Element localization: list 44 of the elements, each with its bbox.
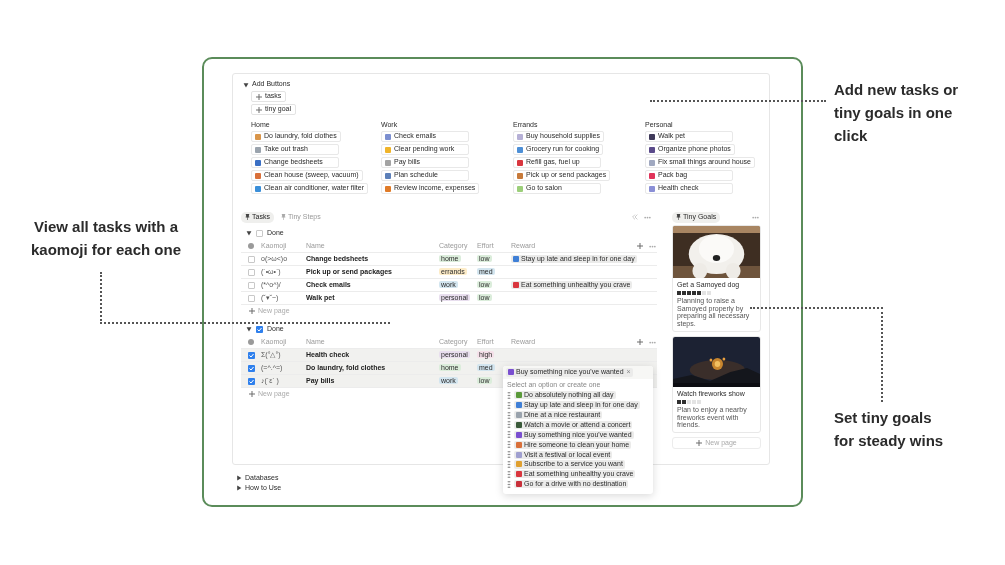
checkbox[interactable] — [247, 255, 255, 263]
toggle-icon[interactable] — [246, 230, 252, 236]
checkbox[interactable] — [247, 281, 255, 289]
more-icon[interactable] — [649, 244, 656, 248]
toggle-icon[interactable] — [236, 485, 242, 492]
pin-icon — [676, 214, 681, 220]
more-icon[interactable] — [644, 215, 651, 219]
checkbox-column-icon — [248, 339, 254, 345]
plus-icon — [256, 93, 262, 100]
checkbox[interactable] — [247, 351, 255, 359]
drag-handle-icon[interactable] — [507, 480, 511, 488]
callout-text: View all tasks with a kaomoji for each one — [29, 217, 182, 260]
plus-icon — [696, 439, 703, 446]
checkbox[interactable] — [256, 229, 263, 237]
drag-handle-icon[interactable] — [507, 470, 511, 478]
drag-handle-icon[interactable] — [507, 411, 511, 419]
checkbox[interactable] — [256, 325, 263, 333]
plus-icon — [249, 308, 255, 314]
drag-handle-icon[interactable] — [507, 460, 511, 468]
checkbox-column-icon — [248, 243, 254, 249]
checkbox[interactable] — [247, 377, 255, 385]
plus-icon — [256, 106, 262, 113]
toggle-icon[interactable] — [243, 81, 249, 88]
checkbox[interactable] — [247, 294, 255, 302]
drag-handle-icon[interactable] — [507, 421, 511, 429]
checkbox[interactable] — [247, 364, 255, 372]
collapse-icon[interactable] — [632, 214, 638, 220]
callout-text: Add new tasks or tiny goals in one click — [834, 80, 960, 146]
plus-icon — [249, 391, 255, 397]
drag-handle-icon[interactable] — [507, 431, 511, 439]
drag-handle-icon[interactable] — [507, 401, 511, 409]
pin-icon — [245, 214, 250, 220]
toggle-icon[interactable] — [246, 326, 252, 332]
plus-icon — [637, 243, 643, 249]
toggle-icon[interactable] — [236, 475, 242, 481]
callout-text: Set tiny goals for steady wins — [834, 408, 945, 451]
checkbox[interactable] — [247, 268, 255, 276]
plus-icon — [637, 339, 643, 345]
drag-handle-icon[interactable] — [507, 391, 511, 399]
drag-handle-icon[interactable] — [507, 441, 511, 449]
more-icon[interactable] — [752, 215, 759, 219]
more-icon[interactable] — [649, 340, 656, 344]
drag-handle-icon[interactable] — [507, 451, 511, 459]
pin-icon — [280, 214, 286, 220]
